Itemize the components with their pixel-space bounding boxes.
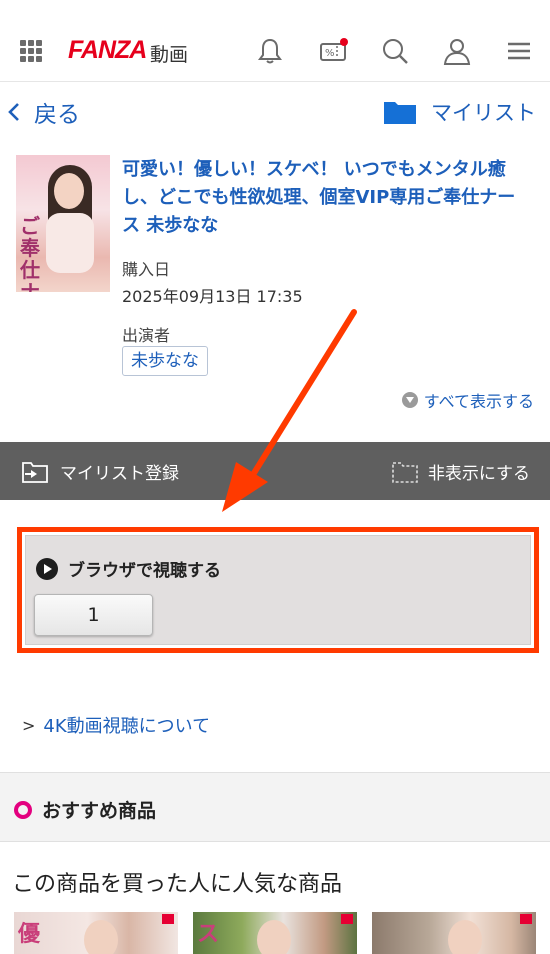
folder-icon [384, 102, 416, 124]
play-icon [36, 557, 58, 580]
recommend-header: おすすめ商品 [0, 772, 550, 842]
show-all-button[interactable]: すべて表示する [401, 389, 534, 411]
browser-play-panel: ブラウザで視聴する 1 [17, 527, 539, 653]
purchase-date-label: 購入日 [122, 260, 171, 279]
grid-menu-icon[interactable] [20, 40, 42, 62]
back-button[interactable]: 戻る [6, 97, 80, 128]
action-bar: マイリスト登録 非表示にする [0, 442, 550, 500]
4k-info-label: 4K動画視聴について [43, 716, 211, 737]
mylist-label: マイリスト [431, 101, 536, 125]
bell-icon[interactable] [255, 36, 285, 66]
hide-folder-icon [392, 461, 418, 483]
fanza-logo[interactable]: FANZA [68, 36, 147, 65]
product-thumbnail[interactable]: ご奉仕ナース [16, 155, 110, 292]
show-all-label: すべて表示する [423, 392, 534, 411]
browser-play-label: ブラウザで視聴する [36, 556, 221, 581]
recommend-title-text: おすすめ商品 [42, 800, 157, 822]
register-label: マイリスト登録 [60, 464, 179, 484]
logo-subtitle[interactable]: 動画 [150, 40, 188, 67]
browser-play-text: ブラウザで視聴する [68, 561, 221, 581]
folder-add-icon [22, 461, 48, 483]
nav-row: 戻る マイリスト [0, 83, 550, 141]
hide-label: 非表示にする [427, 464, 530, 484]
user-icon[interactable] [442, 36, 472, 66]
actor-tag[interactable]: 未歩なな [122, 346, 208, 376]
chevron-right-icon: > [22, 715, 36, 735]
mylist-button[interactable]: マイリスト [383, 97, 536, 127]
chevron-down-icon [401, 392, 418, 408]
hamburger-icon[interactable] [506, 36, 536, 66]
search-icon[interactable] [380, 36, 410, 66]
svg-text:%: % [325, 48, 335, 59]
hide-button[interactable]: 非表示にする [392, 459, 530, 484]
part-1-button[interactable]: 1 [34, 594, 153, 636]
coupon-icon[interactable]: % [318, 36, 348, 66]
recommend-thumbnail-2[interactable]: ス [193, 912, 357, 954]
browser-play-inner: ブラウザで視聴する 1 [25, 535, 531, 645]
recommend-thumbnail-1[interactable]: 優 [14, 912, 178, 954]
chevron-left-icon [8, 103, 19, 121]
popular-items-title: この商品を買った人に人気な商品 [12, 872, 343, 897]
recommend-title: おすすめ商品 [14, 796, 156, 823]
thumbnail-text: 優 [18, 921, 41, 947]
back-label: 戻る [34, 102, 80, 128]
top-header: FANZA 動画 % [0, 0, 550, 82]
purchase-date: 2025年09月13日 17:35 [122, 287, 303, 306]
thumbnail-text: ご奉仕ナース [20, 214, 40, 292]
circle-icon [14, 800, 32, 819]
thumbnail-text: ス [197, 921, 220, 947]
mylist-register-button[interactable]: マイリスト登録 [22, 459, 179, 484]
recommend-thumbnail-3[interactable] [372, 912, 536, 954]
product-title[interactable]: 可愛い！優しい！スケベ！ いつでもメンタル癒し、どこでも性欲処理、個室VIP専用… [122, 156, 532, 240]
4k-info-link[interactable]: > 4K動画視聴について [22, 712, 210, 738]
actor-label: 出演者 [122, 326, 171, 345]
